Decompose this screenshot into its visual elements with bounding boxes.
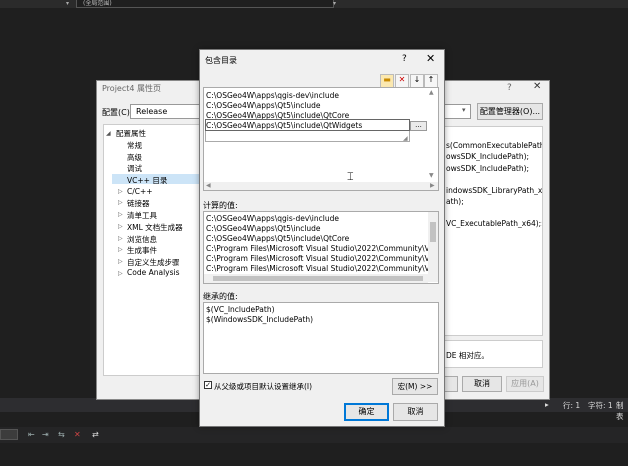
chevron-down-icon[interactable]: ▾ xyxy=(66,0,69,7)
directory-edit-text[interactable]: C:\OSGeo4W\apps\Qt5\include\QtWidgets xyxy=(206,121,362,130)
clear-icon[interactable]: ✕ xyxy=(74,430,81,439)
help-button[interactable]: ? xyxy=(402,54,407,64)
status-char: 字符: 1 xyxy=(588,401,613,410)
tree-item-debugging[interactable]: 调试 xyxy=(127,163,142,174)
property-value[interactable]: s(CommonExecutablePath xyxy=(446,141,542,150)
list-item: C:\OSGeo4W\apps\Qt5\include\QtCore xyxy=(206,234,350,243)
chevron-right-icon[interactable]: ▷ xyxy=(118,211,123,218)
chevron-right-icon[interactable]: ▷ xyxy=(118,258,123,265)
autocomplete-dropdown[interactable] xyxy=(205,131,410,142)
list-item: C:\Program Files\Microsoft Visual Studio… xyxy=(206,264,428,273)
chevron-down-icon[interactable]: ▾ xyxy=(462,106,466,114)
configuration-label: 配置(C): xyxy=(102,108,133,117)
browse-button[interactable]: ... xyxy=(410,121,427,131)
toolbar-icon[interactable]: ⇥ xyxy=(42,430,49,439)
tree-item-build-events[interactable]: 生成事件 xyxy=(127,245,157,256)
tree-item-browse-info[interactable]: 浏览信息 xyxy=(127,234,157,245)
property-value[interactable]: ath); xyxy=(446,197,542,206)
tree-item-custom-build-step[interactable]: 自定义生成步骤 xyxy=(127,257,180,268)
chevron-right-icon[interactable]: ▷ xyxy=(118,188,123,195)
status-line: 行: 1 xyxy=(563,401,581,410)
scroll-right-icon[interactable]: ▶ xyxy=(430,182,435,189)
tree-item-manifest-tool[interactable]: 清单工具 xyxy=(127,210,157,221)
platform-select[interactable] xyxy=(444,104,471,119)
description-text: DE 相对应。 xyxy=(446,351,489,360)
apply-button[interactable]: 应用(A) xyxy=(506,376,544,392)
scroll-up-icon[interactable]: ▲ xyxy=(429,89,434,96)
output-source-dropdown[interactable] xyxy=(0,429,18,440)
chevron-right-icon[interactable]: ▷ xyxy=(118,199,123,206)
toolbar-icon[interactable]: ⇤ xyxy=(28,430,35,439)
help-button[interactable]: ? xyxy=(507,83,512,93)
chevron-right-icon[interactable]: ▷ xyxy=(118,246,123,253)
tree-item-linker[interactable]: 链接器 xyxy=(127,198,150,209)
ide-output-toolbar: ⇤ ⇥ ⇆ ✕ ⇄ xyxy=(0,427,628,443)
computed-values-label: 计算的值: xyxy=(203,201,238,210)
list-item: C:\Program Files\Microsoft Visual Studio… xyxy=(206,254,428,263)
resize-grip-icon[interactable]: ◢ xyxy=(403,135,408,142)
chevron-down-icon[interactable]: ▾ xyxy=(333,0,336,7)
horizontal-scrollbar[interactable] xyxy=(204,182,438,190)
property-value[interactable]: owsSDK_IncludePath); xyxy=(446,152,542,161)
inherit-checkbox-label[interactable]: 从父级或项目默认设置继承(I) xyxy=(214,381,312,392)
wrap-icon[interactable]: ⇄ xyxy=(92,430,99,439)
close-icon[interactable]: ✕ xyxy=(533,81,541,92)
scrollbar-thumb[interactable] xyxy=(213,276,423,281)
close-icon[interactable]: ✕ xyxy=(426,52,435,65)
property-value[interactable]: indowsSDK_LibraryPath_x64) xyxy=(446,186,542,195)
tree-item-xml-doc-generator[interactable]: XML 文档生成器 xyxy=(127,222,183,233)
scroll-arrow-icon[interactable]: ▸ xyxy=(545,400,549,409)
chevron-right-icon[interactable]: ▷ xyxy=(118,223,123,230)
list-item: $(VC_IncludePath) xyxy=(206,305,275,314)
scope-dropdown[interactable]: (全局范围) xyxy=(76,0,334,8)
tree-item-config-properties[interactable]: 配置属性 xyxy=(116,128,146,139)
scrollbar-thumb[interactable] xyxy=(430,222,436,242)
inherited-values-label: 继承的值: xyxy=(203,292,238,301)
tree-item-vc-directories[interactable]: VC++ 目录 xyxy=(127,175,167,186)
list-item: $(WindowsSDK_IncludePath) xyxy=(206,315,314,324)
tree-item-general[interactable]: 常规 xyxy=(127,140,142,151)
dialog-title: 包含目录 xyxy=(205,56,237,65)
macros-button[interactable]: 宏(M) >> xyxy=(392,378,438,395)
chevron-down-icon[interactable]: ◢ xyxy=(106,130,111,137)
list-item[interactable]: C:\OSGeo4W\apps\Qt5\include xyxy=(206,101,321,110)
list-item: C:\OSGeo4W\apps\qgis-dev\include xyxy=(206,214,339,223)
scroll-left-icon[interactable]: ◀ xyxy=(206,182,211,189)
text-cursor-icon: ⌶ xyxy=(347,170,354,183)
window-title: Project4 属性页 xyxy=(102,84,162,93)
new-line-icon[interactable]: ▬ xyxy=(380,74,394,88)
scroll-down-icon[interactable]: ▼ xyxy=(429,172,434,179)
ok-button[interactable] xyxy=(444,376,458,392)
tree-item-cpp[interactable]: C/C++ xyxy=(127,187,153,196)
tree-item-code-analysis[interactable]: Code Analysis xyxy=(127,268,180,277)
status-mode: 制表 xyxy=(616,401,624,421)
cancel-button[interactable]: 取消 xyxy=(393,403,438,421)
configuration-manager-button[interactable]: 配置管理器(O)... xyxy=(477,103,543,120)
list-item: C:\OSGeo4W\apps\Qt5\include xyxy=(206,224,321,233)
delete-icon[interactable]: ✕ xyxy=(395,74,409,88)
configuration-select[interactable]: Release xyxy=(130,104,202,119)
chevron-right-icon[interactable]: ▷ xyxy=(118,235,123,242)
list-item: C:\Program Files\Microsoft Visual Studio… xyxy=(206,244,428,253)
property-value[interactable]: owsSDK_IncludePath); xyxy=(446,164,542,173)
ok-button[interactable]: 确定 xyxy=(344,403,389,421)
chevron-right-icon[interactable]: ▷ xyxy=(118,270,123,277)
list-item[interactable]: C:\OSGeo4W\apps\qgis-dev\include xyxy=(206,91,339,100)
move-up-icon[interactable]: ↑ xyxy=(424,74,438,88)
inherit-checkbox[interactable]: ✓ xyxy=(204,381,212,389)
cancel-button[interactable]: 取消 xyxy=(462,376,502,392)
tree-item-advanced[interactable]: 高级 xyxy=(127,152,142,163)
move-down-icon[interactable]: ↓ xyxy=(410,74,424,88)
toolbar-icon[interactable]: ⇆ xyxy=(58,430,65,439)
property-value[interactable]: VC_ExecutablePath_x64);$(VC_I xyxy=(446,219,542,228)
